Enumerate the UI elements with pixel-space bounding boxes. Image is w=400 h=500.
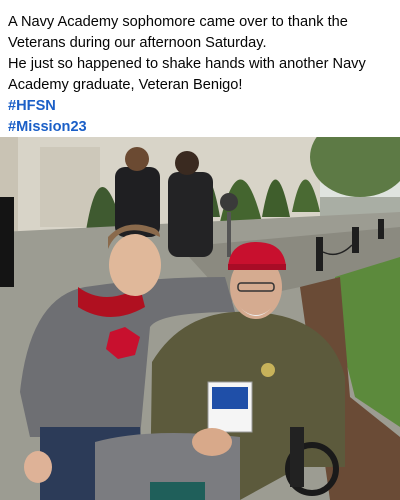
jacket-pin xyxy=(261,363,275,377)
sign-plaque xyxy=(220,193,238,211)
bystander-head xyxy=(175,151,199,175)
caption-line: A Navy Academy sophomore came over to th… xyxy=(8,14,348,30)
hashtag-hfsn[interactable]: #HFSN xyxy=(8,96,396,117)
young-man-face xyxy=(109,234,161,296)
social-post: A Navy Academy sophomore came over to th… xyxy=(0,0,400,500)
post-photo[interactable] xyxy=(0,137,400,500)
hand xyxy=(24,451,52,483)
post-caption: A Navy Academy sophomore came over to th… xyxy=(8,12,396,138)
bystander xyxy=(0,197,14,287)
hashtag-mission23[interactable]: #Mission23 xyxy=(8,117,396,138)
sign-post xyxy=(227,212,231,257)
bystander-head xyxy=(125,147,149,171)
wheelchair-seat xyxy=(150,482,205,500)
bystander xyxy=(168,172,213,257)
caption-line: He just so happened to shake hands with … xyxy=(8,56,366,72)
photo-illustration xyxy=(0,137,400,500)
bollard xyxy=(316,237,323,271)
wheelchair-frame xyxy=(290,427,304,487)
caption-line: Academy graduate, Veteran Benigo! xyxy=(8,77,243,93)
veteran-hands xyxy=(192,428,232,456)
cap-brim xyxy=(228,264,286,270)
badge-logo xyxy=(212,387,248,409)
bollard xyxy=(352,227,359,253)
bollard xyxy=(378,219,384,239)
caption-line: Veterans during our afternoon Saturday. xyxy=(8,35,267,51)
